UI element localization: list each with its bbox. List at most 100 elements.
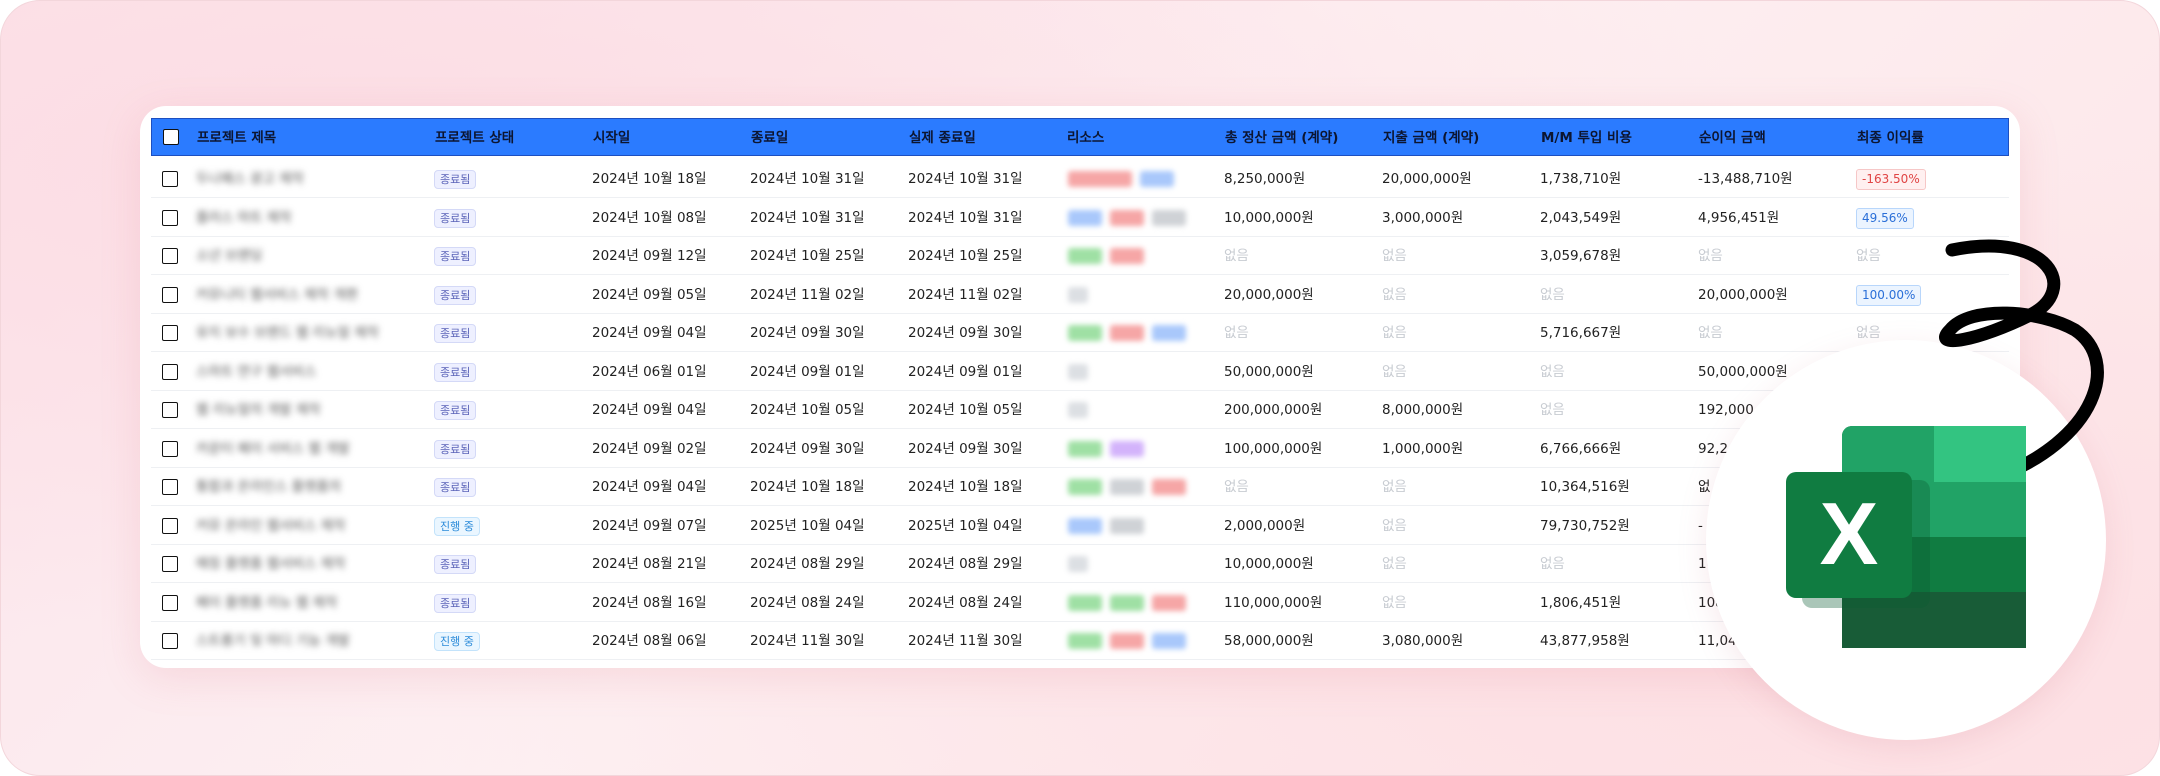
- start-date: 2024년 09월 04일: [592, 479, 707, 495]
- resource-chips: [1068, 209, 1186, 226]
- actual-end-date: 2024년 10월 18일: [908, 479, 1023, 495]
- excel-logo-icon: X: [1786, 426, 2026, 648]
- select-all-checkbox[interactable]: [163, 129, 179, 145]
- row-checkbox[interactable]: [162, 402, 178, 418]
- project-title[interactable]: 스마트 연구 웹서비스: [196, 353, 316, 391]
- resource-chips: [1068, 286, 1088, 303]
- project-title[interactable]: 매칭 플랫폼 웹서비스 제작: [196, 545, 346, 583]
- project-title[interactable]: 플러스 마트 제작: [196, 199, 292, 237]
- start-date: 2024년 09월 02일: [592, 440, 707, 457]
- col-end-header[interactable]: 종료일: [751, 119, 788, 157]
- total-amount: 없음: [1224, 479, 1249, 495]
- mm-cost: 3,059,678원: [1540, 248, 1622, 264]
- actual-end-date: 2024년 09월 30일: [908, 440, 1023, 457]
- project-title[interactable]: 소년 브랜딩: [196, 237, 262, 275]
- col-status-header[interactable]: 프로젝트 상태: [435, 119, 514, 157]
- col-total-header[interactable]: 총 정산 금액 (계약): [1225, 119, 1338, 157]
- status-badge: 종료됨: [434, 285, 477, 305]
- total-amount: 200,000,000원: [1224, 402, 1323, 418]
- col-rate-header[interactable]: 최종 이익률: [1857, 119, 1924, 157]
- project-title[interactable]: 카운터 페이 서비스 웹 개발: [196, 430, 350, 468]
- row-checkbox[interactable]: [162, 209, 178, 226]
- resource-chip: [1110, 248, 1144, 264]
- resource-chips: [1068, 633, 1186, 649]
- end-date: 2024년 11월 02일: [750, 286, 865, 303]
- col-mm-header[interactable]: M/M 투입 비용: [1541, 119, 1632, 157]
- status-badge: 종료됨: [434, 401, 477, 420]
- margin-rate-badge: -163.50%: [1856, 169, 1926, 190]
- mm-cost: 5,716,667원: [1540, 325, 1622, 341]
- mm-cost: 1,738,710원: [1540, 171, 1622, 187]
- col-actual-end-header[interactable]: 실제 종료일: [909, 119, 976, 157]
- project-title[interactable]: 웹 리뉴얼의 개발 제작: [196, 391, 321, 429]
- table-row[interactable]: 웹 리뉴얼의 개발 제작 종료됨 2024년 09월 04일 2024년 10월 05…: [151, 391, 2009, 429]
- resource-chip: [1068, 209, 1102, 226]
- expense-amount: 없음: [1382, 363, 1407, 380]
- mm-cost: 없음: [1540, 363, 1565, 380]
- col-title-header[interactable]: 프로젝트 제목: [197, 119, 276, 157]
- total-amount: 110,000,000원: [1224, 594, 1323, 611]
- row-checkbox[interactable]: [162, 248, 178, 264]
- resource-chip: [1110, 325, 1144, 341]
- col-profit-header[interactable]: 순이익 금액: [1699, 119, 1766, 157]
- resource-chip: [1152, 633, 1186, 649]
- status-badge: 종료됨: [434, 247, 477, 266]
- table-row[interactable]: 커뮤니티 웹서비스 제작 개편 종료됨 2024년 09월 05일 2024년 11월…: [151, 276, 2009, 314]
- actual-end-date: 2024년 09월 01일: [908, 363, 1023, 380]
- end-date: 2024년 08월 29일: [750, 556, 865, 572]
- project-title[interactable]: 두나패스 광고 제작: [196, 160, 304, 198]
- profit-amount: 50,000,000원: [1698, 363, 1788, 380]
- col-resource-header[interactable]: 리소스: [1067, 119, 1104, 157]
- mm-cost: 6,766,666원: [1540, 440, 1622, 457]
- row-checkbox[interactable]: [162, 556, 178, 572]
- resource-chip: [1068, 479, 1102, 495]
- actual-end-date: 2024년 10월 05일: [908, 402, 1023, 418]
- table-row[interactable]: 두나패스 광고 제작 종료됨 2024년 10월 18일 2024년 10월 31일 2…: [151, 160, 2009, 198]
- row-checkbox[interactable]: [162, 171, 178, 187]
- row-checkbox[interactable]: [162, 325, 178, 341]
- project-title[interactable]: 스트롱기 및 마디 기능 개발: [196, 622, 350, 660]
- total-amount: 10,000,000원: [1224, 556, 1314, 572]
- row-checkbox[interactable]: [162, 286, 178, 303]
- table-row[interactable]: 스마트 연구 웹서비스 종료됨 2024년 06월 01일 2024년 09월 01일…: [151, 353, 2009, 391]
- resource-chip: [1068, 440, 1102, 457]
- profit-amount: 없음: [1698, 248, 1723, 264]
- row-checkbox[interactable]: [162, 594, 178, 611]
- row-checkbox[interactable]: [162, 479, 178, 495]
- total-amount: 없음: [1224, 248, 1249, 264]
- resource-chip: [1110, 594, 1144, 611]
- expense-amount: 없음: [1382, 286, 1407, 303]
- resource-chip: [1152, 594, 1186, 611]
- row-checkbox[interactable]: [162, 517, 178, 534]
- table-row[interactable]: 유지 보수 브랜드 웹 리뉴얼 제작 종료됨 2024년 09월 04일 2024년 …: [151, 314, 2009, 352]
- profit-amount: 20,000,000원: [1698, 286, 1788, 303]
- project-title[interactable]: 페이 플랫폼 리뉴 웹 제작: [196, 584, 337, 622]
- expense-amount: 없음: [1382, 594, 1407, 611]
- profit-amount: -13,488,710원: [1698, 171, 1793, 187]
- project-title[interactable]: 커뮤 온라인 웹서비스 제작: [196, 507, 346, 545]
- end-date: 2024년 10월 05일: [750, 402, 865, 418]
- resource-chips: [1068, 363, 1088, 380]
- actual-end-date: 2024년 10월 25일: [908, 248, 1023, 264]
- col-expense-header[interactable]: 지출 금액 (계약): [1383, 119, 1479, 157]
- status-badge: 진행 중: [434, 516, 480, 536]
- col-start-header[interactable]: 시작일: [593, 119, 630, 157]
- actual-end-date: 2024년 09월 30일: [908, 325, 1023, 341]
- total-amount: 8,250,000원: [1224, 171, 1306, 187]
- resource-chip: [1110, 517, 1144, 534]
- project-title[interactable]: 통합과 온라인스 플랫폼의: [196, 468, 341, 506]
- table-row[interactable]: 플러스 마트 제작 종료됨 2024년 10월 08일 2024년 10월 31일 20…: [151, 199, 2009, 237]
- resource-chip: [1110, 479, 1144, 495]
- total-amount: 2,000,000원: [1224, 517, 1306, 534]
- row-checkbox[interactable]: [162, 633, 178, 649]
- resource-chips: [1068, 594, 1186, 611]
- row-checkbox[interactable]: [162, 363, 178, 380]
- end-date: 2024년 09월 30일: [750, 440, 865, 457]
- project-title[interactable]: 유지 보수 브랜드 웹 리뉴얼 제작: [196, 314, 379, 352]
- total-amount: 20,000,000원: [1224, 286, 1314, 303]
- start-date: 2024년 09월 12일: [592, 248, 707, 264]
- table-row[interactable]: 소년 브랜딩 종료됨 2024년 09월 12일 2024년 10월 25일 2024년…: [151, 237, 2009, 275]
- row-checkbox[interactable]: [162, 440, 178, 457]
- project-title[interactable]: 커뮤니티 웹서비스 제작 개편: [196, 276, 358, 314]
- mm-cost: 없음: [1540, 556, 1565, 572]
